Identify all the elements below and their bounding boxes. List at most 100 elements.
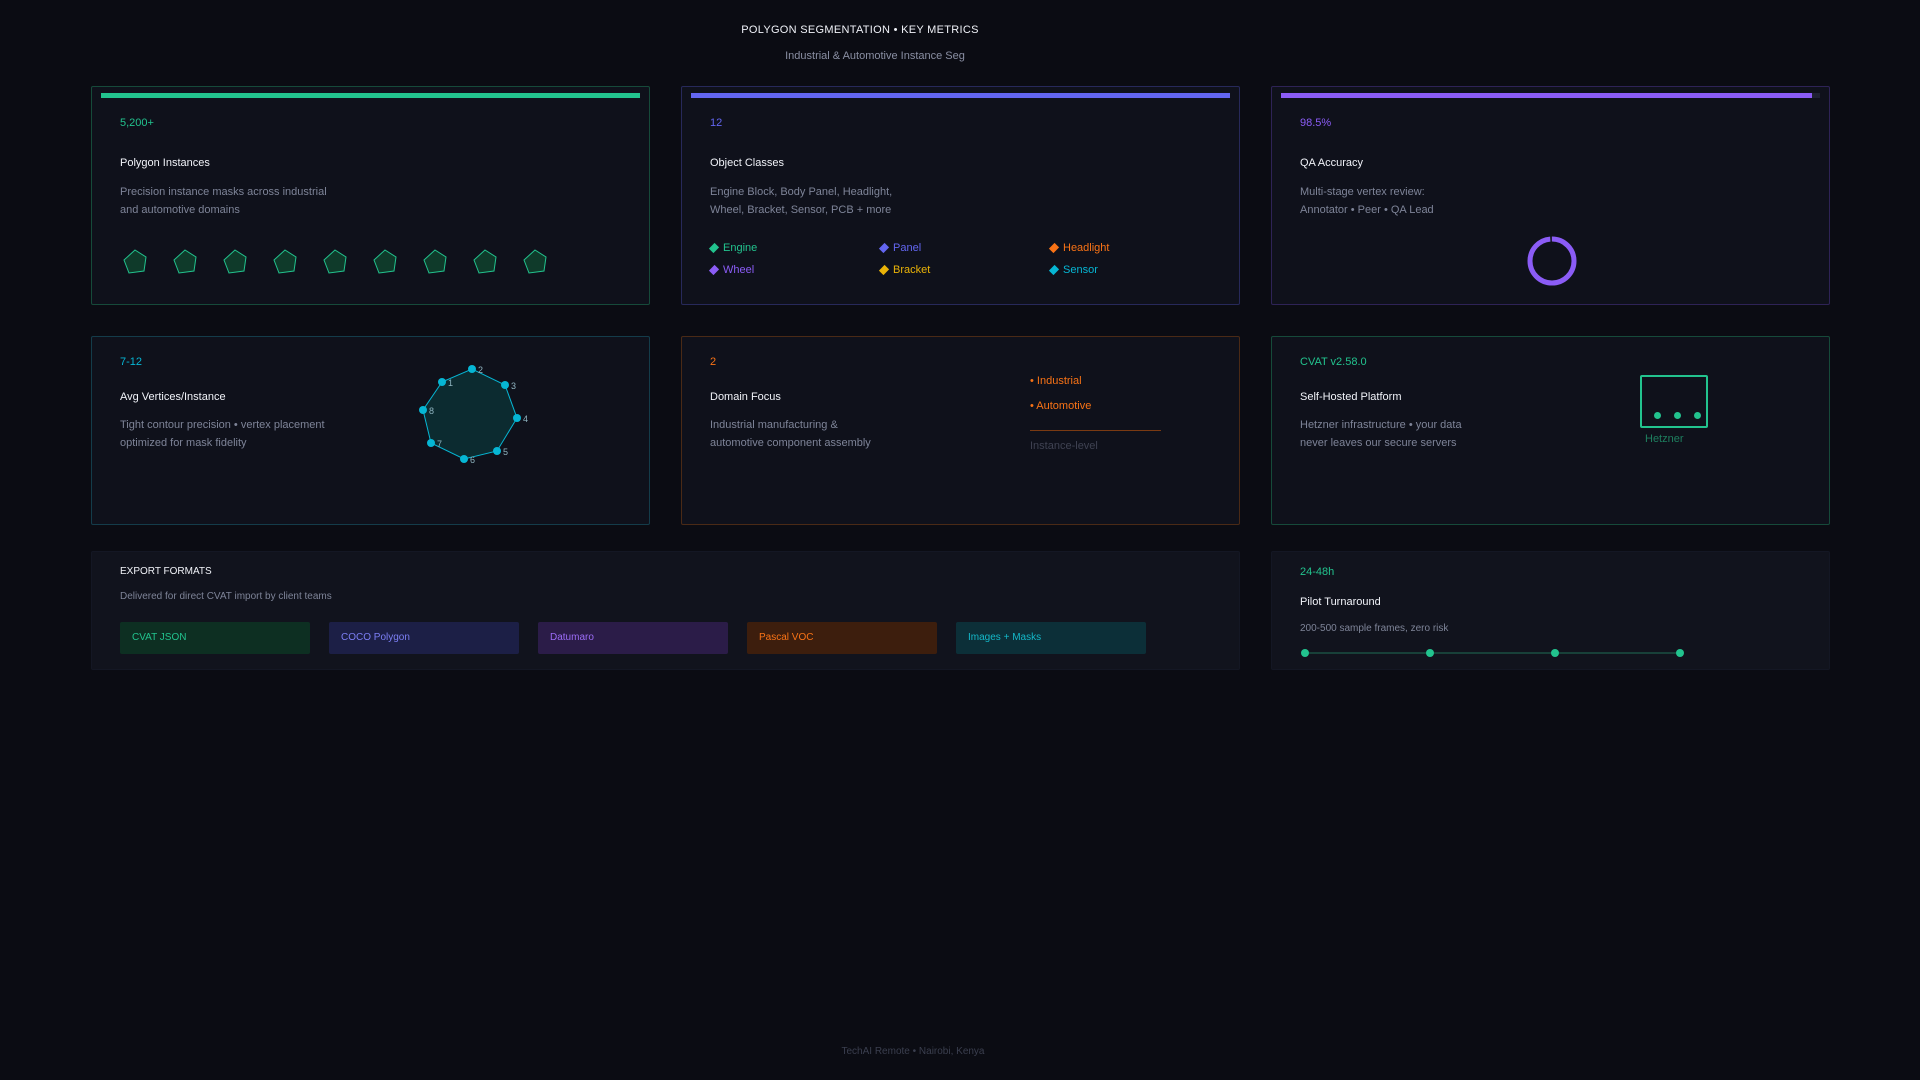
accuracy-progress-fill bbox=[1281, 93, 1812, 98]
vertex-label: 5 bbox=[503, 447, 508, 457]
page-title: POLYGON SEGMENTATION • KEY METRICS bbox=[741, 24, 979, 36]
footer-credit: TechAI Remote • Nairobi, Kenya bbox=[841, 1046, 985, 1057]
polygon-instance-icon bbox=[323, 249, 347, 274]
export-format-cvat-json: CVAT JSON bbox=[120, 622, 310, 654]
vertex-label: 4 bbox=[523, 414, 528, 424]
server-label: Hetzner bbox=[1645, 433, 1684, 445]
polygon-instance-icon bbox=[273, 249, 297, 274]
accuracy-desc-line-2: Annotator • Peer • QA Lead bbox=[1300, 204, 1434, 216]
server-light-2 bbox=[1674, 412, 1681, 419]
vertices-desc-line-1: Tight contour precision • vertex placeme… bbox=[120, 419, 325, 431]
self-hosted-platform-card: CVAT v2.58.0 Self-Hosted Platform Hetzne… bbox=[1271, 336, 1830, 525]
vertex-label: 7 bbox=[437, 439, 442, 449]
legend-label: Sensor bbox=[1063, 264, 1098, 276]
avg-vertices-card: 7-12 Avg Vertices/Instance Tight contour… bbox=[91, 336, 650, 525]
vertex-point bbox=[501, 381, 509, 389]
classes-progress-bar bbox=[691, 93, 1230, 98]
polygon-instances-card: 5,200+ Polygon Instances Precision insta… bbox=[91, 86, 650, 305]
instances-title: Polygon Instances bbox=[120, 157, 210, 169]
vertex-label: 1 bbox=[448, 378, 453, 388]
classes-title: Object Classes bbox=[710, 157, 784, 169]
accuracy-description: Multi-stage vertex review: Annotator • P… bbox=[1300, 183, 1540, 219]
vertex-point bbox=[493, 447, 501, 455]
domain-desc-line-1: Industrial manufacturing & bbox=[710, 419, 838, 431]
pilot-metric: 24-48h bbox=[1300, 566, 1335, 578]
instances-metric: 5,200+ bbox=[120, 117, 154, 129]
vertices-desc-line-2: optimized for mask fidelity bbox=[120, 437, 247, 449]
legend-label: Wheel bbox=[723, 264, 755, 276]
vertex-label: 8 bbox=[429, 406, 434, 416]
classes-desc-line-1: Engine Block, Body Panel, Headlight, bbox=[710, 186, 893, 198]
classes-progress-fill bbox=[691, 93, 1230, 98]
pilot-timeline-dot-1 bbox=[1301, 649, 1309, 657]
server-icon bbox=[1640, 375, 1708, 428]
diamond-icon bbox=[708, 242, 720, 254]
vertices-title: Avg Vertices/Instance bbox=[120, 391, 226, 403]
polygon-instance-icon bbox=[523, 249, 547, 274]
vertex-point bbox=[419, 406, 427, 414]
classes-description: Engine Block, Body Panel, Headlight, Whe… bbox=[710, 183, 950, 219]
diamond-icon bbox=[878, 264, 890, 276]
export-format-images-masks: Images + Masks bbox=[956, 622, 1146, 654]
domain-desc-line-2: automotive component assembly bbox=[710, 437, 871, 449]
polygon-instance-icon bbox=[423, 249, 447, 274]
qa-accuracy-card: 98.5% QA Accuracy Multi-stage vertex rev… bbox=[1271, 86, 1830, 305]
domain-item-automotive: • Automotive bbox=[1030, 400, 1092, 412]
export-format-coco-polygon: COCO Polygon bbox=[329, 622, 519, 654]
export-format-list: CVAT JSON COCO Polygon Datumaro Pascal VOC I… bbox=[120, 622, 1146, 654]
diamond-icon bbox=[878, 242, 890, 254]
domain-item-industrial: • Industrial bbox=[1030, 375, 1082, 387]
pilot-title: Pilot Turnaround bbox=[1300, 596, 1381, 608]
domain-focus-card: 2 Domain Focus Industrial manufacturing … bbox=[681, 336, 1240, 525]
export-description: Delivered for direct CVAT import by clie… bbox=[120, 591, 332, 602]
classes-metric: 12 bbox=[710, 117, 723, 129]
domain-title: Domain Focus bbox=[710, 391, 781, 403]
export-format-datumaro: Datumaro bbox=[538, 622, 728, 654]
diamond-icon bbox=[1048, 264, 1060, 276]
platform-title: Self-Hosted Platform bbox=[1300, 391, 1402, 403]
accuracy-title: QA Accuracy bbox=[1300, 157, 1363, 169]
vertices-metric: 7-12 bbox=[120, 356, 143, 368]
pilot-turnaround-card: 24-48h Pilot Turnaround 200-500 sample f… bbox=[1271, 551, 1830, 670]
export-formats-card: EXPORT FORMATS Delivered for direct CVAT… bbox=[91, 551, 1240, 670]
vertices-description: Tight contour precision • vertex placeme… bbox=[120, 416, 380, 452]
classes-desc-line-2: Wheel, Bracket, Sensor, PCB + more bbox=[710, 204, 892, 216]
legend-item-sensor: Sensor bbox=[1048, 264, 1098, 276]
accuracy-metric: 98.5% bbox=[1300, 117, 1332, 129]
domain-metric: 2 bbox=[710, 356, 717, 368]
server-light-1 bbox=[1654, 412, 1661, 419]
diamond-icon bbox=[1048, 242, 1060, 254]
instances-desc-line-1: Precision instance masks across industri… bbox=[120, 186, 327, 198]
platform-metric: CVAT v2.58.0 bbox=[1300, 356, 1367, 368]
instances-desc-line-2: and automotive domains bbox=[120, 204, 240, 216]
object-classes-card: 12 Object Classes Engine Block, Body Pan… bbox=[681, 86, 1240, 305]
vertex-label: 6 bbox=[470, 455, 475, 465]
polygon-instance-icon bbox=[473, 249, 497, 274]
diamond-icon bbox=[708, 264, 720, 276]
pilot-description: 200-500 sample frames, zero risk bbox=[1300, 623, 1449, 634]
domain-note: Instance-level bbox=[1030, 440, 1098, 452]
legend-label: Headlight bbox=[1063, 242, 1110, 254]
domain-divider bbox=[1030, 430, 1161, 431]
legend-item-bracket: Bracket bbox=[878, 264, 931, 276]
vertex-point bbox=[438, 378, 446, 386]
polygon-instance-icon bbox=[373, 249, 397, 274]
instances-progress-fill bbox=[101, 93, 640, 98]
pilot-timeline-dot-3 bbox=[1551, 649, 1559, 657]
legend-label: Bracket bbox=[893, 264, 931, 276]
accuracy-progress-bar bbox=[1281, 93, 1820, 98]
vertex-point bbox=[460, 455, 468, 463]
legend-label: Engine bbox=[723, 242, 758, 254]
legend-item-panel: Panel bbox=[878, 242, 921, 254]
legend-item-wheel: Wheel bbox=[708, 264, 755, 276]
accuracy-ring-icon bbox=[1527, 236, 1577, 286]
pilot-timeline-dot-4 bbox=[1676, 649, 1684, 657]
platform-desc-line-2: never leaves our secure servers bbox=[1300, 437, 1457, 449]
polygon-instance-icon bbox=[223, 249, 247, 274]
legend-item-headlight: Headlight bbox=[1048, 242, 1110, 254]
accuracy-desc-line-1: Multi-stage vertex review: bbox=[1300, 186, 1425, 198]
polygon-instance-icon bbox=[173, 249, 197, 274]
instances-description: Precision instance masks across industri… bbox=[120, 183, 360, 219]
pilot-timeline bbox=[1301, 649, 1684, 657]
export-title: EXPORT FORMATS bbox=[120, 566, 212, 577]
